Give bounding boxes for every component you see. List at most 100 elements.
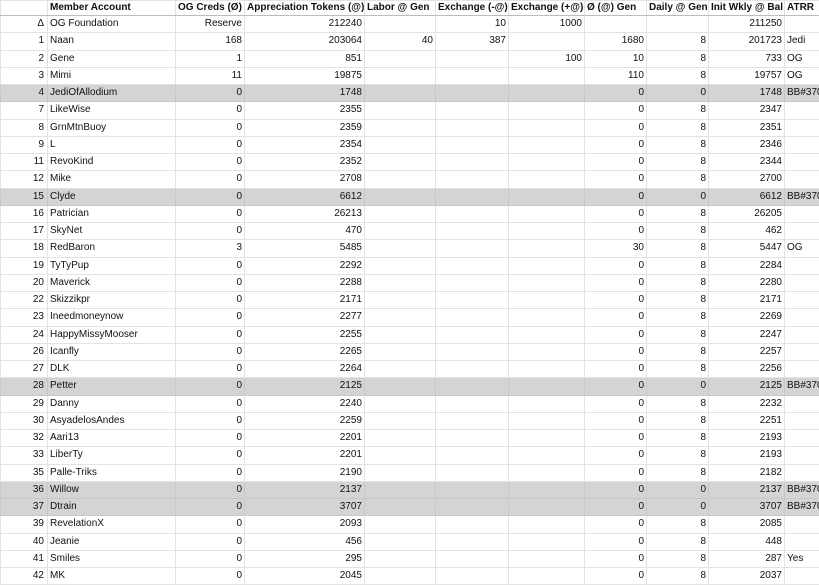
cell-index[interactable]: 12 — [1, 171, 48, 188]
cell-og-gen[interactable]: 0 — [585, 378, 647, 395]
cell-appreciation-tokens[interactable]: 2240 — [245, 395, 365, 412]
cell-atrr[interactable]: OG — [785, 67, 819, 84]
cell-exchange-plus[interactable] — [509, 102, 585, 119]
cell-labor[interactable] — [365, 326, 436, 343]
cell-og-gen[interactable]: 0 — [585, 516, 647, 533]
cell-exchange-plus[interactable] — [509, 136, 585, 153]
cell-member-account[interactable]: SkyNet — [48, 223, 176, 240]
cell-og-creds[interactable]: 0 — [176, 102, 245, 119]
cell-appreciation-tokens[interactable]: 2190 — [245, 464, 365, 481]
cell-exchange-plus[interactable] — [509, 309, 585, 326]
cell-appreciation-tokens[interactable]: 3707 — [245, 499, 365, 516]
cell-init-weekly-balance[interactable]: 2251 — [709, 412, 785, 429]
cell-init-weekly-balance[interactable]: 2257 — [709, 343, 785, 360]
cell-og-creds[interactable]: 0 — [176, 136, 245, 153]
cell-og-creds[interactable]: 0 — [176, 257, 245, 274]
cell-exchange-minus[interactable] — [436, 154, 509, 171]
cell-atrr[interactable] — [785, 309, 819, 326]
cell-member-account[interactable]: Ineedmoneynow — [48, 309, 176, 326]
cell-labor[interactable] — [365, 533, 436, 550]
cell-member-account[interactable]: HappyMissyMooser — [48, 326, 176, 343]
cell-member-account[interactable]: L — [48, 136, 176, 153]
cell-member-account[interactable]: Naan — [48, 33, 176, 50]
cell-daily-gen[interactable]: 8 — [647, 326, 709, 343]
cell-appreciation-tokens[interactable]: 2355 — [245, 102, 365, 119]
cell-init-weekly-balance[interactable]: 6612 — [709, 188, 785, 205]
cell-init-weekly-balance[interactable]: 2256 — [709, 361, 785, 378]
cell-og-creds[interactable]: 0 — [176, 533, 245, 550]
cell-og-gen[interactable]: 0 — [585, 136, 647, 153]
cell-exchange-plus[interactable] — [509, 361, 585, 378]
cell-appreciation-tokens[interactable]: 2093 — [245, 516, 365, 533]
col-og-creds-header[interactable]: OG Creds (Ø) — [176, 1, 245, 16]
cell-init-weekly-balance[interactable]: 2125 — [709, 378, 785, 395]
cell-labor[interactable] — [365, 102, 436, 119]
cell-daily-gen[interactable]: 8 — [647, 257, 709, 274]
cell-labor[interactable] — [365, 136, 436, 153]
cell-atrr[interactable]: BB#370 — [785, 499, 819, 516]
cell-daily-gen[interactable]: 8 — [647, 361, 709, 378]
cell-member-account[interactable]: Danny — [48, 395, 176, 412]
cell-appreciation-tokens[interactable]: 1748 — [245, 85, 365, 102]
cell-og-creds[interactable]: 0 — [176, 85, 245, 102]
cell-atrr[interactable]: Yes — [785, 550, 819, 567]
cell-atrr[interactable] — [785, 430, 819, 447]
cell-daily-gen[interactable]: 0 — [647, 188, 709, 205]
cell-og-creds[interactable]: 0 — [176, 481, 245, 498]
cell-exchange-minus[interactable] — [436, 171, 509, 188]
cell-exchange-minus[interactable] — [436, 240, 509, 257]
cell-labor[interactable] — [365, 499, 436, 516]
cell-exchange-plus[interactable] — [509, 481, 585, 498]
cell-og-gen[interactable]: 10 — [585, 50, 647, 67]
cell-index[interactable]: Δ — [1, 16, 48, 33]
cell-og-creds[interactable]: 0 — [176, 292, 245, 309]
cell-appreciation-tokens[interactable]: 6612 — [245, 188, 365, 205]
cell-exchange-minus[interactable] — [436, 102, 509, 119]
cell-labor[interactable] — [365, 50, 436, 67]
cell-exchange-plus[interactable] — [509, 85, 585, 102]
cell-exchange-minus[interactable] — [436, 447, 509, 464]
cell-appreciation-tokens[interactable]: 2265 — [245, 343, 365, 360]
cell-appreciation-tokens[interactable]: 2352 — [245, 154, 365, 171]
cell-init-weekly-balance[interactable]: 448 — [709, 533, 785, 550]
cell-exchange-minus[interactable] — [436, 257, 509, 274]
cell-init-weekly-balance[interactable]: 2347 — [709, 102, 785, 119]
cell-og-gen[interactable]: 0 — [585, 412, 647, 429]
cell-daily-gen[interactable]: 8 — [647, 309, 709, 326]
cell-daily-gen[interactable]: 8 — [647, 292, 709, 309]
cell-index[interactable]: 17 — [1, 223, 48, 240]
cell-daily-gen[interactable]: 8 — [647, 343, 709, 360]
cell-labor[interactable] — [365, 361, 436, 378]
cell-og-creds[interactable]: 0 — [176, 309, 245, 326]
cell-og-creds[interactable]: 168 — [176, 33, 245, 50]
cell-labor[interactable] — [365, 395, 436, 412]
cell-member-account[interactable]: LikeWise — [48, 102, 176, 119]
cell-init-weekly-balance[interactable]: 2344 — [709, 154, 785, 171]
cell-og-gen[interactable]: 0 — [585, 430, 647, 447]
cell-index[interactable]: 33 — [1, 447, 48, 464]
cell-og-gen[interactable]: 0 — [585, 223, 647, 240]
cell-exchange-plus[interactable] — [509, 171, 585, 188]
cell-exchange-plus[interactable] — [509, 223, 585, 240]
cell-exchange-minus[interactable] — [436, 188, 509, 205]
cell-index[interactable]: 30 — [1, 412, 48, 429]
cell-og-gen[interactable]: 0 — [585, 550, 647, 567]
cell-og-gen[interactable]: 0 — [585, 447, 647, 464]
cell-index[interactable]: 7 — [1, 102, 48, 119]
cell-labor[interactable] — [365, 188, 436, 205]
cell-index[interactable]: 1 — [1, 33, 48, 50]
cell-init-weekly-balance[interactable]: 2137 — [709, 481, 785, 498]
cell-exchange-minus[interactable] — [436, 50, 509, 67]
cell-og-creds[interactable]: 0 — [176, 326, 245, 343]
cell-atrr[interactable]: BB#370 — [785, 481, 819, 498]
cell-og-creds[interactable]: 0 — [176, 516, 245, 533]
cell-index[interactable]: 41 — [1, 550, 48, 567]
cell-labor[interactable] — [365, 67, 436, 84]
cell-exchange-plus[interactable] — [509, 516, 585, 533]
cell-og-creds[interactable]: 0 — [176, 274, 245, 291]
cell-atrr[interactable] — [785, 119, 819, 136]
cell-member-account[interactable]: Skizzikpr — [48, 292, 176, 309]
cell-og-creds[interactable]: 0 — [176, 361, 245, 378]
cell-og-creds[interactable]: 0 — [176, 499, 245, 516]
cell-labor[interactable] — [365, 481, 436, 498]
